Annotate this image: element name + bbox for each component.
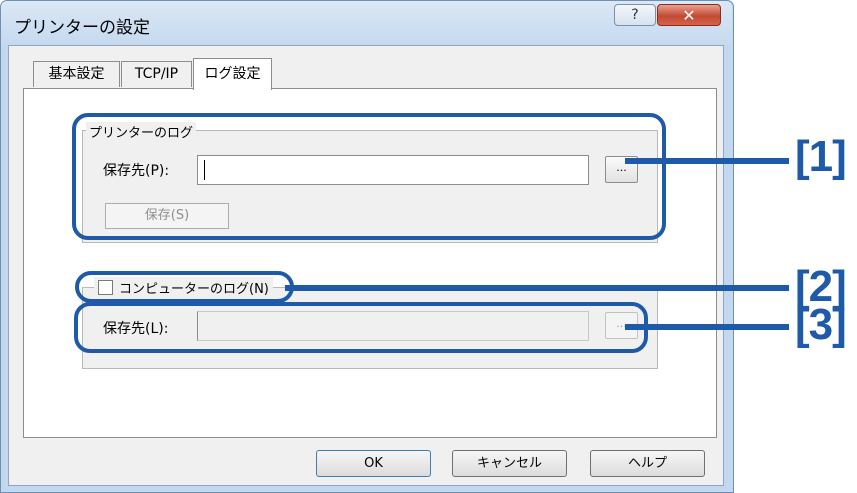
window-title: プリンターの設定 — [14, 18, 150, 38]
tab-basic-settings[interactable]: 基本設定 — [33, 61, 120, 87]
callout-label-3: [3] — [795, 300, 847, 349]
callout-outline-3 — [74, 302, 648, 353]
callout-outline-1 — [72, 113, 666, 240]
help-button[interactable]: ヘルプ — [590, 450, 705, 477]
cancel-button[interactable]: キャンセル — [452, 450, 567, 477]
callout-label-1: [1] — [795, 132, 847, 181]
title-help-button[interactable]: ? — [614, 4, 656, 26]
tab-tcpip[interactable]: TCP/IP — [121, 61, 192, 87]
callout-leader-1 — [625, 158, 789, 164]
tab-log-settings[interactable]: ログ設定 — [193, 58, 272, 90]
close-button[interactable]: ✕ — [657, 4, 721, 26]
callout-leader-2 — [285, 285, 789, 291]
callout-outline-2 — [75, 271, 294, 303]
ok-button[interactable]: OK — [316, 450, 431, 477]
callout-leader-3 — [625, 324, 789, 330]
